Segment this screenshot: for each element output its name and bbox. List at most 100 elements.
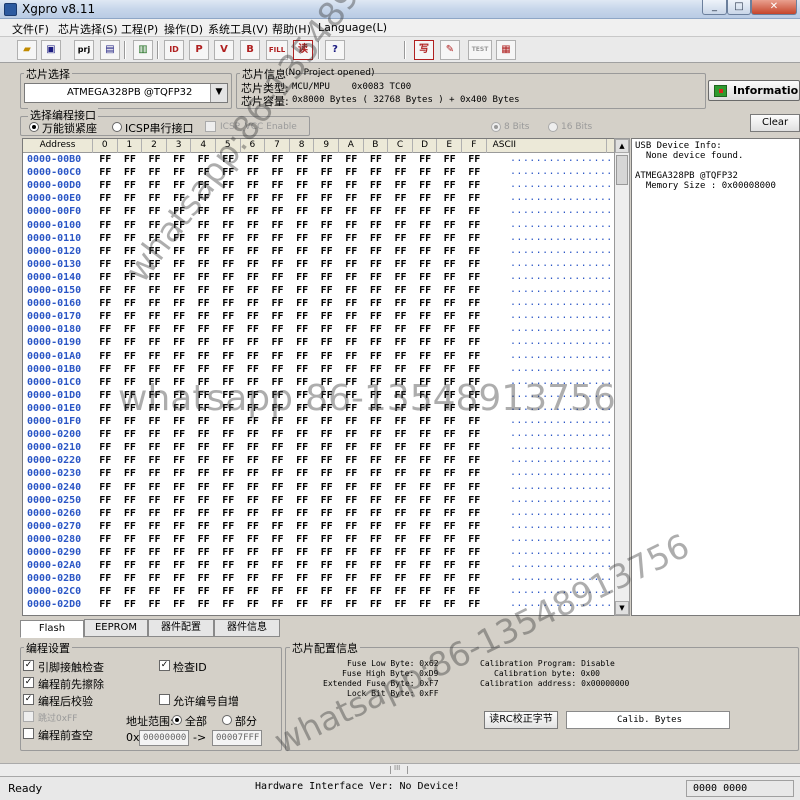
hex-byte[interactable]: FF [413,364,438,375]
hex-byte[interactable]: FF [216,521,241,532]
hex-byte[interactable]: FF [216,272,241,283]
hex-byte[interactable]: FF [413,298,438,309]
hex-byte[interactable]: FF [93,495,118,506]
hex-byte[interactable]: FF [216,547,241,558]
hex-byte[interactable]: FF [167,599,192,610]
hex-byte[interactable]: FF [167,154,192,165]
hex-byte[interactable]: FF [216,337,241,348]
hex-byte[interactable]: FF [413,403,438,414]
hex-byte[interactable]: FF [118,534,143,545]
hex-byte[interactable]: FF [388,311,413,322]
hex-byte[interactable]: FF [216,455,241,466]
hex-byte[interactable]: FF [413,311,438,322]
hex-byte[interactable]: FF [142,547,167,558]
hex-byte[interactable]: FF [241,429,266,440]
hex-byte[interactable]: FF [413,154,438,165]
hex-byte[interactable]: FF [388,364,413,375]
hex-byte[interactable]: FF [216,364,241,375]
hex-byte[interactable]: FF [118,599,143,610]
hex-byte[interactable]: FF [364,233,389,244]
table-row[interactable]: 0000-0180 FF FF FF FF FF FF FF FF FF FF FF FF FF FF FF F… [23,323,615,336]
hex-byte[interactable]: FF [462,482,487,493]
tab-flash[interactable]: Flash [20,620,84,638]
hex-byte[interactable]: FF [167,416,192,427]
hex-byte[interactable]: FF [216,377,241,388]
hex-byte[interactable]: FF [167,468,192,479]
hex-byte[interactable]: FF [388,351,413,362]
hex-byte[interactable]: FF [216,154,241,165]
hex-byte[interactable]: FF [191,482,216,493]
hex-byte[interactable]: FF [314,586,339,597]
menu-tools[interactable]: 系统工具(V) [208,21,268,37]
table-row[interactable]: 0000-01A0 FF FF FF FF FF FF FF FF FF FF FF FF FF FF FF F… [23,350,615,363]
hex-byte[interactable]: FF [191,351,216,362]
hex-byte[interactable]: FF [462,206,487,217]
hex-byte[interactable]: FF [191,534,216,545]
hex-byte[interactable]: FF [413,442,438,453]
hex-byte[interactable]: FF [339,416,364,427]
hex-byte[interactable]: FF [167,390,192,401]
hex-byte[interactable]: FF [167,206,192,217]
hex-byte[interactable]: FF [314,206,339,217]
hex-byte[interactable]: FF [388,233,413,244]
hex-byte[interactable]: FF [413,547,438,558]
hex-byte[interactable]: FF [290,167,315,178]
hex-byte[interactable]: FF [142,180,167,191]
hex-byte[interactable]: FF [388,193,413,204]
hex-byte[interactable]: FF [364,521,389,532]
hex-byte[interactable]: FF [118,206,143,217]
hex-byte[interactable]: FF [167,351,192,362]
hex-byte[interactable]: FF [142,534,167,545]
hex-byte[interactable]: FF [364,482,389,493]
hex-byte[interactable]: FF [462,351,487,362]
table-row[interactable]: 0000-0130 FF FF FF FF FF FF FF FF FF FF FF FF FF FF FF F… [23,258,615,271]
icsp-vcc-checkbox[interactable] [205,121,216,132]
hex-byte[interactable]: FF [191,167,216,178]
hex-byte[interactable]: FF [290,220,315,231]
hex-byte[interactable]: FF [93,403,118,414]
hex-byte[interactable]: FF [191,220,216,231]
hex-byte[interactable]: FF [290,573,315,584]
hex-byte[interactable]: FF [413,377,438,388]
hex-byte[interactable]: FF [265,351,290,362]
hex-byte[interactable]: FF [167,586,192,597]
hex-byte[interactable]: FF [265,206,290,217]
hex-byte[interactable]: FF [462,311,487,322]
hex-byte[interactable]: FF [339,285,364,296]
hex-byte[interactable]: FF [364,351,389,362]
hex-byte[interactable]: FF [364,180,389,191]
hex-byte[interactable]: FF [167,233,192,244]
hex-byte[interactable]: FF [413,495,438,506]
table-row[interactable]: 0000-00B0 FF FF FF FF FF FF FF FF FF FF FF FF FF FF FF F… [23,153,615,166]
hex-byte[interactable]: FF [93,351,118,362]
hex-byte[interactable]: FF [118,351,143,362]
hex-byte[interactable]: FF [388,220,413,231]
hex-byte[interactable]: FF [216,468,241,479]
hex-byte[interactable]: FF [93,455,118,466]
hex-byte[interactable]: FF [167,337,192,348]
hex-byte[interactable]: FF [364,154,389,165]
hex-byte[interactable]: FF [118,364,143,375]
scroll-up-icon[interactable]: ▲ [615,139,629,153]
hex-byte[interactable]: FF [265,285,290,296]
hex-byte[interactable]: FF [339,259,364,270]
radio-range-part[interactable] [222,715,232,725]
hex-byte[interactable]: FF [93,534,118,545]
hex-byte[interactable]: FF [339,298,364,309]
hex-byte[interactable]: FF [265,272,290,283]
hex-byte[interactable]: FF [339,534,364,545]
hex-byte[interactable]: FF [241,455,266,466]
hex-byte[interactable]: FF [462,521,487,532]
hex-byte[interactable]: FF [167,547,192,558]
hex-byte[interactable]: FF [388,495,413,506]
hex-byte[interactable]: FF [290,311,315,322]
hex-byte[interactable]: FF [93,547,118,558]
table-row[interactable]: 0000-02C0 FF FF FF FF FF FF FF FF FF FF FF FF FF FF FF F… [23,585,615,598]
table-row[interactable]: 0000-02A0 FF FF FF FF FF FF FF FF FF FF FF FF FF FF FF F… [23,559,615,572]
hex-byte[interactable]: FF [437,508,462,519]
hex-byte[interactable]: FF [388,455,413,466]
table-row[interactable]: 0000-0290 FF FF FF FF FF FF FF FF FF FF FF FF FF FF FF F… [23,546,615,559]
hex-byte[interactable]: FF [93,429,118,440]
hex-byte[interactable]: FF [314,377,339,388]
hex-byte[interactable]: FF [118,298,143,309]
